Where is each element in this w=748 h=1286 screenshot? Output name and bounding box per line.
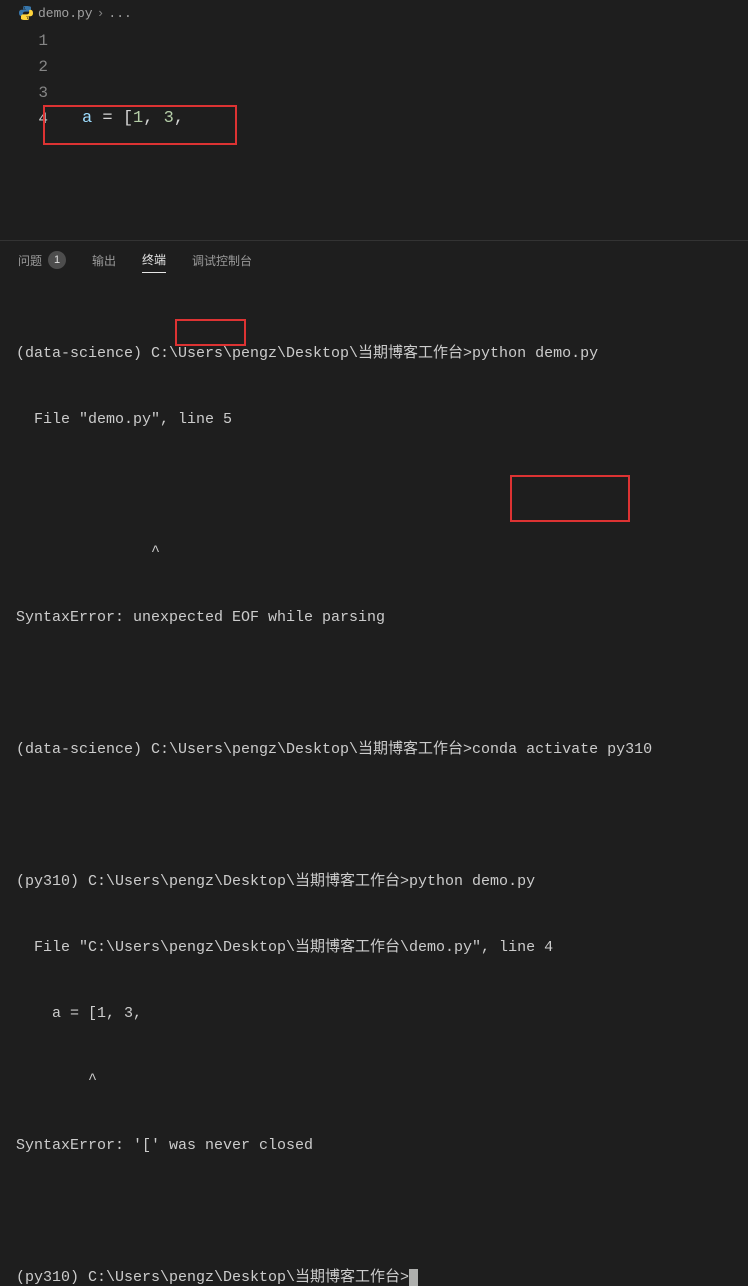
terminal-line: File "demo.py", line 5 bbox=[16, 409, 732, 431]
line-gutter: 1 2 3 4 bbox=[0, 26, 58, 240]
breadcrumb-file[interactable]: demo.py bbox=[38, 6, 93, 21]
terminal-line bbox=[16, 805, 732, 827]
code-line-4[interactable]: a = [1, 3, bbox=[58, 106, 748, 132]
terminal-line: ^ bbox=[16, 1069, 732, 1091]
tab-problems[interactable]: 问题 1 bbox=[18, 251, 66, 273]
chevron-right-icon: › bbox=[97, 6, 105, 21]
code-editor[interactable]: 1 2 3 4 a = [1, 3, bbox=[0, 26, 748, 240]
line-number: 3 bbox=[0, 80, 58, 106]
terminal-line: SyntaxError: '[' was never closed bbox=[16, 1135, 732, 1157]
code-area[interactable]: a = [1, 3, bbox=[58, 26, 748, 240]
terminal-line: a = [1, 3, bbox=[16, 1003, 732, 1025]
line-number: 1 bbox=[0, 28, 58, 54]
breadcrumb-rest[interactable]: ... bbox=[108, 6, 131, 21]
terminal-line: (data-science) C:\Users\pengz\Desktop\当期… bbox=[16, 739, 732, 761]
problems-badge: 1 bbox=[48, 251, 66, 269]
tab-debug-console[interactable]: 调试控制台 bbox=[192, 252, 252, 273]
terminal-line bbox=[16, 475, 732, 497]
tab-output[interactable]: 输出 bbox=[92, 252, 116, 273]
terminal-line: (py310) C:\Users\pengz\Desktop\当期博客工作台>p… bbox=[16, 871, 732, 893]
terminal-output[interactable]: (data-science) C:\Users\pengz\Desktop\当期… bbox=[0, 279, 748, 1286]
terminal-cursor bbox=[409, 1269, 418, 1286]
line-number: 4 bbox=[0, 106, 58, 132]
python-icon bbox=[18, 5, 34, 21]
terminal-line: SyntaxError: unexpected EOF while parsin… bbox=[16, 607, 732, 629]
terminal-prompt-line[interactable]: (py310) C:\Users\pengz\Desktop\当期博客工作台> bbox=[16, 1267, 732, 1286]
terminal-line bbox=[16, 673, 732, 695]
terminal-line: (data-science) C:\Users\pengz\Desktop\当期… bbox=[16, 343, 732, 365]
highlight-box-line5 bbox=[175, 319, 246, 346]
tab-terminal[interactable]: 终端 bbox=[142, 251, 166, 273]
terminal-line: ^ bbox=[16, 541, 732, 563]
terminal-line: File "C:\Users\pengz\Desktop\当期博客工作台\dem… bbox=[16, 937, 732, 959]
panel-tabs: 问题 1 输出 终端 调试控制台 bbox=[0, 241, 748, 279]
terminal-line bbox=[16, 1201, 732, 1223]
breadcrumb[interactable]: demo.py › ... bbox=[0, 0, 748, 26]
bottom-panel: 问题 1 输出 终端 调试控制台 (data-science) C:\Users… bbox=[0, 240, 748, 643]
line-number: 2 bbox=[0, 54, 58, 80]
